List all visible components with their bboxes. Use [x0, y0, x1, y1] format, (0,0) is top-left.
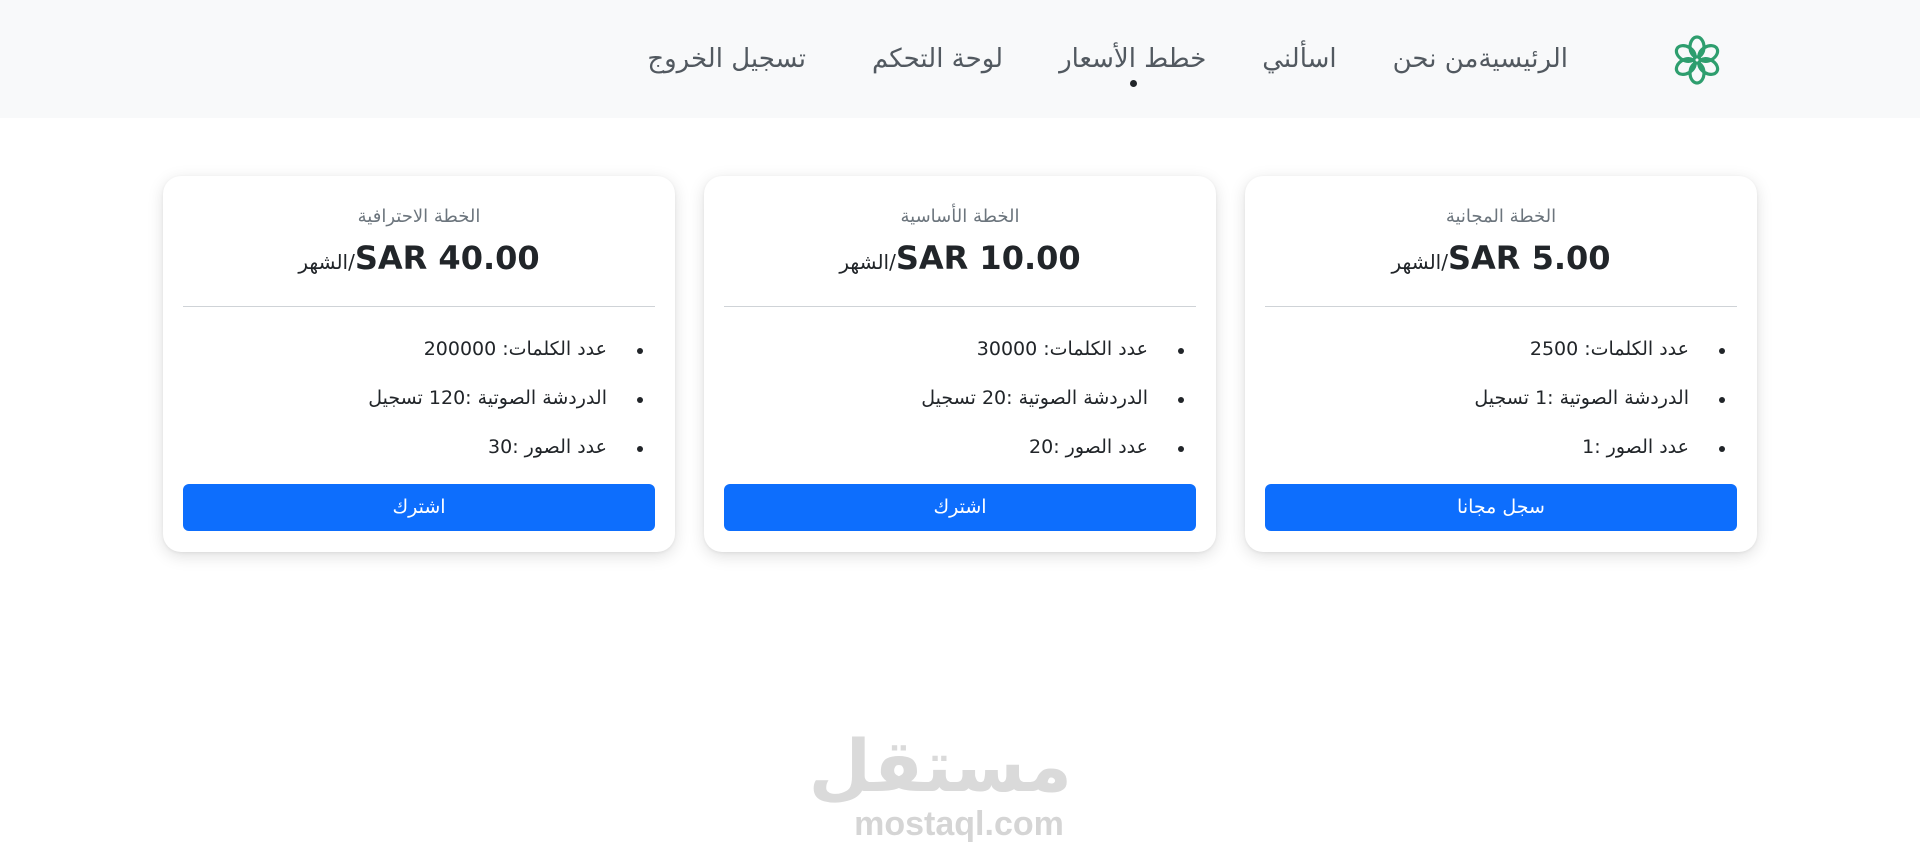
card-divider — [724, 306, 1196, 307]
plan-title: الخطة الاحترافية — [357, 206, 481, 227]
plan-price: SAR 10.00/الشهر — [704, 239, 1216, 277]
feature-voice-chat: الدردشة الصوتية :20 تسجيل — [724, 387, 1196, 436]
plan-features: عدد الكلمات: 200000 الدردشة الصوتية :120… — [183, 338, 655, 485]
plan-features: عدد الكلمات: 2500 الدردشة الصوتية :1 تسج… — [1265, 338, 1737, 485]
plan-price: SAR 5.00/الشهر — [1245, 239, 1757, 277]
plan-period: /الشهر — [1391, 250, 1448, 274]
plan-period: /الشهر — [839, 250, 896, 274]
plan-price: SAR 40.00/الشهر — [163, 239, 675, 277]
nav-menu: الرئيسية من نحن اسألني خطط الأسعار لوحة … — [647, 0, 1568, 118]
flower-logo-icon[interactable] — [1672, 35, 1722, 85]
watermark-arabic: مستقل — [808, 724, 1072, 808]
card-divider — [183, 306, 655, 307]
register-free-button[interactable]: سجل مجانا — [1265, 484, 1737, 531]
plan-card-basic: الخطة الأساسية SAR 10.00/الشهر عدد الكلم… — [704, 176, 1216, 552]
plan-card-free: الخطة المجانية SAR 5.00/الشهر عدد الكلما… — [1245, 176, 1757, 552]
card-divider — [1265, 306, 1737, 307]
feature-words: عدد الكلمات: 2500 — [1265, 338, 1737, 387]
feature-words: عدد الكلمات: 200000 — [183, 338, 655, 387]
feature-voice-chat: الدردشة الصوتية :1 تسجيل — [1265, 387, 1737, 436]
plan-features: عدد الكلمات: 30000 الدردشة الصوتية :20 ت… — [724, 338, 1196, 485]
plan-title: الخطة الأساسية — [900, 206, 1020, 227]
feature-voice-chat: الدردشة الصوتية :120 تسجيل — [183, 387, 655, 436]
watermark-latin: mostaql.com — [854, 805, 1064, 843]
plan-amount: SAR 10.00 — [895, 239, 1081, 277]
nav-item-about[interactable]: من نحن — [1393, 44, 1479, 74]
pricing-cards: الخطة المجانية SAR 5.00/الشهر عدد الكلما… — [163, 176, 1757, 552]
subscribe-pro-button[interactable]: اشترك — [183, 484, 655, 531]
plan-card-pro: الخطة الاحترافية SAR 40.00/الشهر عدد الك… — [163, 176, 675, 552]
feature-images: عدد الصور :1 — [1265, 436, 1737, 485]
plan-title: الخطة المجانية — [1445, 206, 1557, 227]
nav-item-home[interactable]: الرئيسية — [1478, 44, 1568, 74]
feature-images: عدد الصور :20 — [724, 436, 1196, 485]
nav-item-logout[interactable]: تسجيل الخروج — [647, 44, 806, 74]
feature-images: عدد الصور :30 — [183, 436, 655, 485]
nav-item-pricing-plans[interactable]: خطط الأسعار — [1059, 44, 1206, 87]
plan-amount: SAR 40.00 — [354, 239, 540, 277]
subscribe-basic-button[interactable]: اشترك — [724, 484, 1196, 531]
navbar: الرئيسية من نحن اسألني خطط الأسعار لوحة … — [0, 0, 1920, 118]
plan-amount: SAR 5.00 — [1447, 239, 1611, 277]
feature-words: عدد الكلمات: 30000 — [724, 338, 1196, 387]
nav-item-ask-me[interactable]: اسألني — [1262, 44, 1336, 74]
mostaql-watermark: مستقل mostaql.com — [808, 724, 1072, 857]
plan-period: /الشهر — [298, 250, 355, 274]
nav-item-dashboard[interactable]: لوحة التحكم — [872, 44, 1003, 74]
